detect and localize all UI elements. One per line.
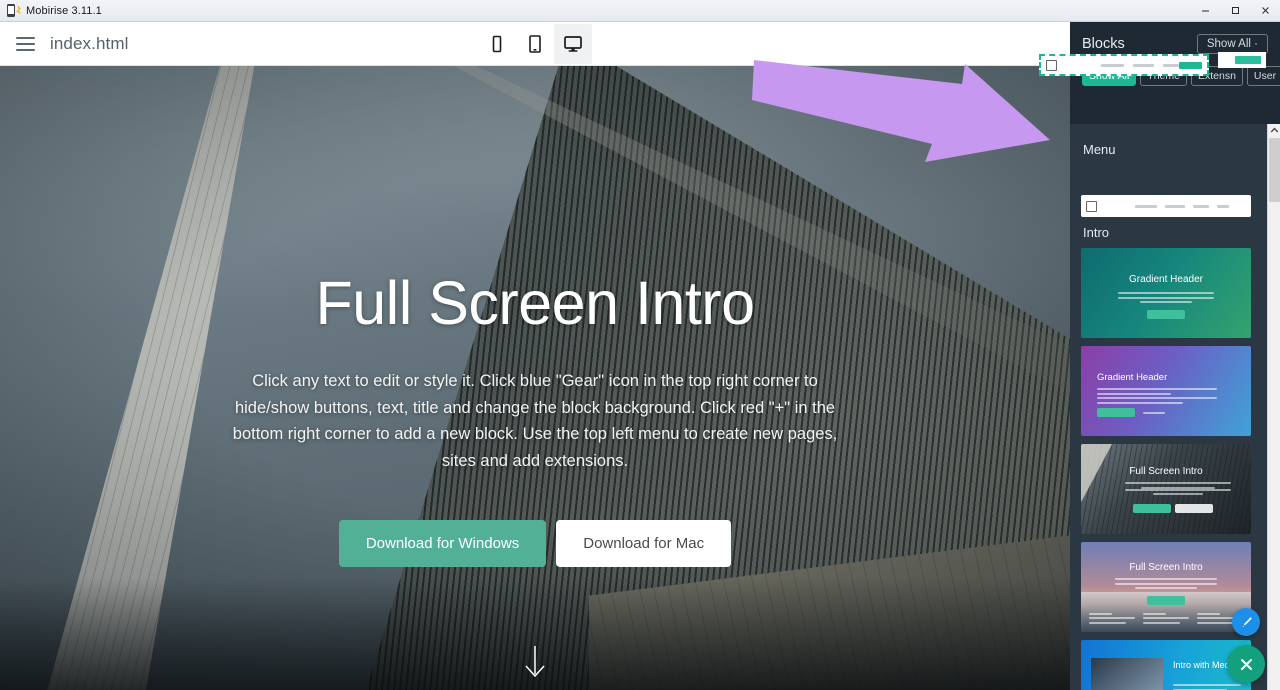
blocks-list[interactable]: Menu Intro Gradient Header Gradient Head…: [1070, 124, 1280, 690]
thumb-title: Gradient Header: [1097, 372, 1251, 383]
thumb-logo-icon: [1046, 60, 1057, 71]
maximize-button[interactable]: [1220, 0, 1250, 21]
thumb-cta-button: [1147, 596, 1185, 605]
hero-subtitle[interactable]: Click any text to edit or style it. Clic…: [223, 368, 848, 475]
mobile-view-button[interactable]: [478, 24, 516, 64]
app-title: Mobirise 3.11.1: [26, 5, 102, 17]
tablet-view-button[interactable]: [516, 24, 554, 64]
thumb-nav-item: [1135, 205, 1157, 208]
thumb-nav-item: [1133, 64, 1154, 67]
arrow-down-icon[interactable]: [518, 644, 552, 680]
thumb-nav-item: [1163, 64, 1178, 67]
list-item-menu-block-2[interactable]: [1081, 195, 1251, 217]
window-titlebar: Mobirise 3.11.1: [0, 0, 1280, 22]
section-label-intro: Intro: [1083, 225, 1269, 240]
list-item-gradient-header-2[interactable]: Gradient Header: [1081, 346, 1251, 436]
thumb-logo-icon: [1086, 201, 1097, 212]
list-item-intro-with-media-1[interactable]: Intro with Media: [1081, 640, 1251, 690]
hero-block[interactable]: Full Screen Intro Click any text to edit…: [0, 66, 1070, 690]
hero-title[interactable]: Full Screen Intro: [315, 271, 754, 335]
thumb-title: Full Screen Intro: [1081, 466, 1251, 477]
page-filename: index.html: [50, 34, 128, 54]
device-preview-switcher: [0, 22, 1070, 65]
desktop-view-button[interactable]: [554, 24, 592, 64]
thumb-nav-item: [1165, 205, 1185, 208]
dragging-block-ghost-tail: [1218, 52, 1266, 68]
blocks-panel-title: Blocks: [1082, 36, 1125, 52]
download-for-windows-button[interactable]: Download for Windows: [339, 520, 546, 567]
dragging-menu-block-1[interactable]: [1039, 54, 1209, 76]
list-item-full-screen-intro-2[interactable]: Full Screen Intro: [1081, 542, 1251, 632]
close-blocks-fab[interactable]: [1227, 645, 1265, 683]
section-label-menu: Menu: [1083, 142, 1269, 157]
blocks-panel: Blocks Show All · Show All Theme Extensn…: [1070, 22, 1280, 690]
mobirise-logo-icon: [6, 4, 20, 18]
close-button[interactable]: [1250, 0, 1280, 21]
thumb-cta-button: [1179, 62, 1202, 69]
thumb-title: Gradient Header: [1081, 274, 1251, 285]
thumb-title: Full Screen Intro: [1081, 562, 1251, 573]
scroll-up-icon[interactable]: [1268, 124, 1280, 137]
download-for-mac-button[interactable]: Download for Mac: [556, 520, 731, 567]
list-item-full-screen-intro-1[interactable]: Full Screen Intro: [1081, 444, 1251, 534]
show-all-dropdown[interactable]: Show All ·: [1197, 34, 1268, 54]
thumb-cta-button: [1097, 408, 1135, 417]
thumb-nav-item: [1193, 205, 1209, 208]
hero-button-group: Download for Windows Download for Mac: [339, 520, 731, 567]
thumb-cta-button: [1147, 310, 1185, 319]
scrollbar-thumb[interactable]: [1269, 138, 1280, 202]
window-controls: [1190, 0, 1280, 21]
blocks-scrollbar[interactable]: [1267, 124, 1280, 690]
thumb-cta-button: [1133, 504, 1171, 513]
page-canvas[interactable]: Full Screen Intro Click any text to edit…: [0, 66, 1070, 690]
minimize-button[interactable]: [1190, 0, 1220, 21]
filter-chip-user[interactable]: User: [1247, 66, 1280, 86]
close-icon: [1238, 656, 1255, 673]
hamburger-menu-icon[interactable]: [12, 31, 38, 57]
app-toolbar: index.html: [0, 22, 1070, 66]
list-item-gradient-header-1[interactable]: Gradient Header: [1081, 248, 1251, 338]
thumb-cta-button: [1175, 504, 1213, 513]
edit-style-fab[interactable]: [1232, 608, 1260, 636]
brush-icon: [1239, 615, 1254, 630]
thumb-nav-item: [1101, 64, 1124, 67]
thumb-nav-item: [1217, 205, 1229, 208]
